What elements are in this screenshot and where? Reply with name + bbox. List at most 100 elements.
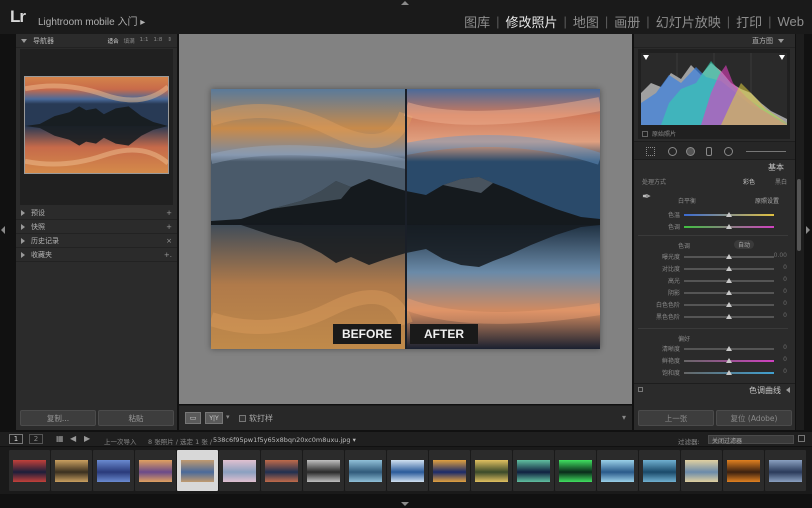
red-eye-icon[interactable] bbox=[686, 147, 695, 156]
navigator-header[interactable]: 导航器 适合 填满 1:1 1:8 ⇕ bbox=[16, 34, 177, 48]
slider-knob[interactable] bbox=[726, 254, 732, 259]
slider-knob[interactable] bbox=[726, 266, 732, 271]
module-5[interactable]: 打印 bbox=[736, 12, 762, 31]
white-balance-select[interactable]: 原照设置 bbox=[755, 196, 779, 205]
slider-track[interactable] bbox=[684, 266, 774, 271]
filter-select[interactable]: 关闭过滤器 bbox=[708, 435, 794, 445]
module-2[interactable]: 地图 bbox=[573, 12, 599, 31]
copy-button[interactable]: 复制... bbox=[20, 410, 96, 426]
filmstrip-thumbnail[interactable] bbox=[51, 450, 92, 491]
grid-view-icon[interactable]: ▦ bbox=[56, 434, 64, 443]
filmstrip-thumbnail[interactable] bbox=[765, 450, 806, 491]
forward-arrow-icon[interactable]: ▶ bbox=[84, 434, 90, 443]
slider-track[interactable] bbox=[684, 370, 774, 375]
source-label[interactable]: 上一次导入 bbox=[104, 436, 137, 446]
filmstrip-thumbnail[interactable] bbox=[261, 450, 302, 491]
filmstrip-thumbnail[interactable] bbox=[429, 450, 470, 491]
module-4[interactable]: 幻灯片放映 bbox=[656, 12, 721, 31]
slider-value[interactable]: 0 bbox=[783, 356, 787, 363]
zoom-fill[interactable]: 填满 bbox=[124, 37, 135, 45]
brush-tool-icon[interactable] bbox=[746, 151, 786, 152]
tone-curve-header[interactable]: 色调曲线 bbox=[634, 383, 795, 396]
page-1-button[interactable]: 1 bbox=[9, 434, 23, 444]
history-panel-header[interactable]: 历史记录 × bbox=[16, 234, 177, 248]
slider-knob[interactable] bbox=[726, 370, 732, 375]
slider-value[interactable]: 0 bbox=[783, 288, 787, 295]
module-6[interactable]: Web bbox=[778, 14, 805, 29]
slider-track[interactable] bbox=[684, 314, 774, 319]
slider-value[interactable]: 0 bbox=[783, 264, 787, 271]
panel-toggle-left-icon[interactable] bbox=[1, 226, 5, 234]
treatment-bw-option[interactable]: 黑白 bbox=[775, 177, 787, 186]
slider-value[interactable]: 0 bbox=[783, 368, 787, 375]
slider-knob[interactable] bbox=[726, 314, 732, 319]
filmstrip-thumbnail[interactable] bbox=[723, 450, 764, 491]
spot-removal-icon[interactable] bbox=[668, 147, 677, 156]
identity-plate[interactable]: Lightroom mobile 入门 ▸ bbox=[38, 13, 145, 28]
filmstrip-thumbnail[interactable] bbox=[345, 450, 386, 491]
before-after-photo[interactable]: BEFORE AFTER bbox=[211, 89, 600, 349]
slider-knob[interactable] bbox=[726, 302, 732, 307]
crop-tool-icon[interactable] bbox=[646, 147, 655, 156]
view-mode-dropdown-icon[interactable]: ▾ bbox=[226, 413, 230, 421]
show-original-toggle[interactable]: 原始照片 bbox=[642, 129, 676, 138]
treatment-color-option[interactable]: 彩色 bbox=[743, 177, 755, 186]
slider-track[interactable] bbox=[684, 224, 774, 229]
slider-track[interactable] bbox=[684, 346, 774, 351]
soft-proof-toggle[interactable]: 软打样 bbox=[239, 413, 273, 424]
filmstrip-thumbnail[interactable] bbox=[219, 450, 260, 491]
slider-knob[interactable] bbox=[726, 290, 732, 295]
filmstrip-thumbnail[interactable] bbox=[135, 450, 176, 491]
navigator-thumbnail[interactable] bbox=[24, 76, 169, 174]
filmstrip-thumbnail[interactable] bbox=[471, 450, 512, 491]
previous-button[interactable]: 上一张 bbox=[638, 410, 714, 426]
presets-panel-header[interactable]: 预设 + bbox=[16, 206, 177, 220]
zoom-1-8[interactable]: 1:8 bbox=[154, 37, 163, 45]
back-arrow-icon[interactable]: ◀ bbox=[70, 434, 76, 443]
module-1[interactable]: 修改照片 bbox=[505, 12, 557, 31]
slider-track[interactable] bbox=[684, 254, 774, 259]
filmstrip-thumbnail[interactable] bbox=[387, 450, 428, 491]
filmstrip-thumbnail[interactable] bbox=[681, 450, 722, 491]
filmstrip-thumbnail[interactable] bbox=[303, 450, 344, 491]
module-0[interactable]: 图库 bbox=[464, 12, 490, 31]
slider-value[interactable]: 0 bbox=[783, 312, 787, 319]
right-panel-scrollbar[interactable] bbox=[796, 34, 804, 430]
slider-track[interactable] bbox=[684, 358, 774, 363]
panel-toggle-top-icon[interactable] bbox=[401, 1, 409, 5]
collections-panel-header[interactable]: 收藏夹 +. bbox=[16, 248, 177, 262]
before-after-view-button[interactable]: Y|Y bbox=[205, 412, 223, 424]
filmstrip-thumbnail[interactable] bbox=[513, 450, 554, 491]
slider-track[interactable] bbox=[684, 290, 774, 295]
filmstrip-thumbnail[interactable] bbox=[93, 450, 134, 491]
filmstrip-thumbnail[interactable] bbox=[555, 450, 596, 491]
slider-value[interactable]: 0 bbox=[783, 276, 787, 283]
graduated-filter-icon[interactable] bbox=[706, 147, 712, 156]
original-checkbox[interactable] bbox=[642, 130, 648, 137]
add-snapshot-icon[interactable]: + bbox=[166, 223, 172, 231]
reset-button[interactable]: 复位 (Adobe) bbox=[716, 410, 792, 426]
soft-proof-checkbox[interactable] bbox=[239, 415, 246, 422]
zoom-1-1[interactable]: 1:1 bbox=[140, 37, 149, 45]
eyedropper-icon[interactable]: ✒ bbox=[642, 190, 651, 203]
panel-toggle-right-icon[interactable] bbox=[806, 226, 810, 234]
module-3[interactable]: 画册 bbox=[614, 12, 640, 31]
loupe-view-icon[interactable]: ▭ bbox=[185, 412, 201, 424]
add-collection-icon[interactable]: +. bbox=[164, 251, 172, 259]
radial-filter-icon[interactable] bbox=[724, 147, 733, 156]
panel-switch-icon[interactable] bbox=[638, 387, 643, 392]
slider-value[interactable]: 0.00 bbox=[774, 252, 787, 259]
filmstrip-thumbnail[interactable] bbox=[597, 450, 638, 491]
filter-lock-icon[interactable] bbox=[798, 435, 805, 442]
filename[interactable]: 538c6f95pw1f5y65x8bqn20xc0m8uxu.jpg ▾ bbox=[213, 436, 356, 444]
slider-knob[interactable] bbox=[726, 358, 732, 363]
add-preset-icon[interactable]: + bbox=[166, 209, 172, 217]
slider-value[interactable]: 0 bbox=[783, 344, 787, 351]
zoom-more-icon[interactable]: ⇕ bbox=[167, 37, 172, 45]
snapshots-panel-header[interactable]: 快照 + bbox=[16, 220, 177, 234]
slider-knob[interactable] bbox=[726, 212, 732, 217]
scrollbar-thumb[interactable] bbox=[797, 179, 801, 251]
panel-toggle-bottom-icon[interactable] bbox=[401, 502, 409, 506]
toolbar-menu-icon[interactable]: ▾ bbox=[622, 413, 626, 422]
zoom-fit[interactable]: 适合 bbox=[108, 37, 119, 45]
